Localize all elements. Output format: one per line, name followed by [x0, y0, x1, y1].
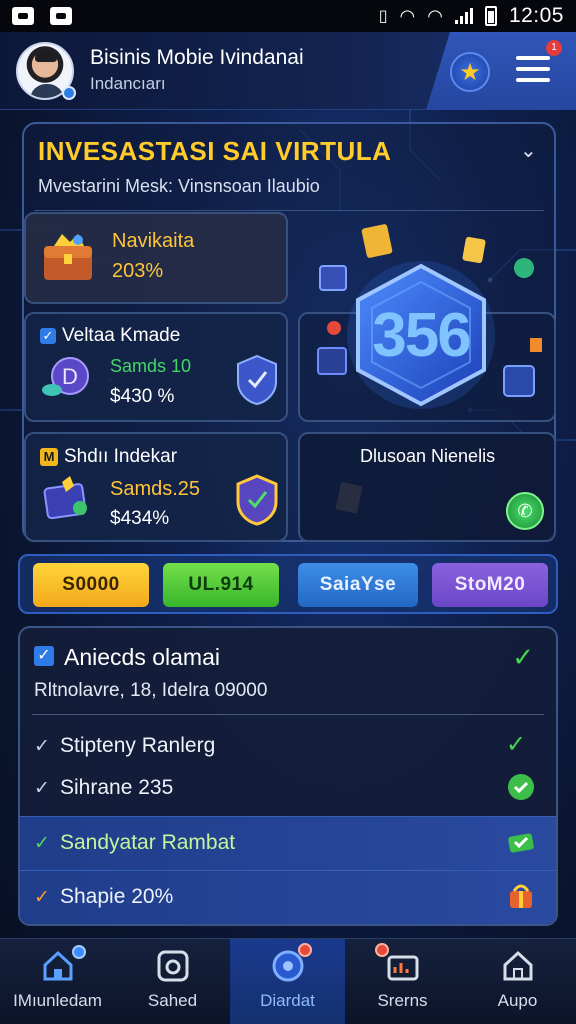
nav-item-aupo[interactable]: Aupo: [460, 939, 575, 1024]
chart-icon: [387, 955, 419, 981]
nav-label: Srerns: [377, 991, 428, 1010]
app-header: Bisinis Mobie Ivindanai Indancıarı ★ 1: [0, 32, 576, 110]
camera-icon: [157, 950, 189, 982]
gift-box-icon: [510, 884, 532, 908]
nav-label: IMıunledam: [13, 991, 102, 1010]
chevron-down-icon[interactable]: ⌄: [520, 138, 542, 162]
status-bar: ▯ ◠ ◠ 12:05: [0, 0, 576, 32]
list-item-label: Sihrane 235: [60, 776, 174, 799]
money-icon: [508, 833, 534, 853]
checkbox-icon: ✓: [40, 328, 56, 344]
coin-stack-icon: D: [42, 357, 89, 396]
star-badge-button[interactable]: ★: [450, 52, 490, 92]
list-item-label: Stipteny Ranlerg: [60, 734, 216, 757]
nav-badge: [298, 943, 312, 957]
tile-shdi-indekar[interactable]: M Shdıı Indekar Samds.25 $434%: [24, 432, 288, 542]
tile-veltaa-kmade[interactable]: ✓ Veltaa Kmade D Samds 10 $430 %: [24, 312, 288, 422]
notification-icon: [12, 7, 34, 25]
nav-item-sahed[interactable]: Sahed: [115, 939, 230, 1024]
checkbox-icon[interactable]: ✓: [34, 646, 54, 666]
nav-badge: [375, 943, 389, 957]
floating-items-icon: [317, 224, 542, 397]
home-icon: [43, 950, 73, 981]
nav-badge: [72, 945, 86, 959]
list-item[interactable]: ✓ Sihrane 235: [20, 762, 556, 816]
shield-check-icon: [236, 474, 278, 526]
svg-text:D: D: [62, 364, 78, 389]
tile-navikaita[interactable]: Navikaita 203%: [24, 212, 288, 304]
vibrate-icon: ▯: [378, 8, 388, 25]
checklist-card: ✓ Aniecds olamai ✓ Rltnolavre, 18, Idelr…: [18, 626, 558, 926]
tile-line-1: Samds.25: [110, 478, 201, 500]
phone-call-icon[interactable]: ✆: [506, 492, 544, 530]
wifi-icon-2: ◠: [427, 5, 443, 26]
nav-label: Diardat: [260, 991, 315, 1010]
treasure-chest-icon: [44, 234, 92, 280]
document-icon: [335, 482, 363, 514]
app-title: Bisinis Mobie Ivindanai: [90, 46, 304, 69]
menu-button[interactable]: [516, 56, 550, 86]
tile-line-2: $434%: [110, 508, 170, 529]
action-button-3[interactable]: SaiaYse: [298, 563, 418, 607]
nav-item-srerns[interactable]: Srerns: [345, 939, 460, 1024]
action-button-2[interactable]: UL.914: [163, 563, 279, 607]
tile-line-1: Samds 10: [110, 356, 192, 376]
shield-icon: [237, 354, 277, 406]
divider: [32, 714, 544, 715]
check-icon: ✓: [34, 833, 50, 854]
signal-icon: [454, 8, 473, 24]
menu-bar: [516, 78, 550, 82]
nav-item-diardat[interactable]: Diardat: [230, 939, 345, 1024]
house-icon: [503, 950, 533, 981]
check-icon: ✓: [34, 778, 50, 799]
list-title: Aniecds olamai: [64, 644, 220, 670]
image-icon: [50, 7, 72, 25]
check-icon: ✓: [512, 642, 534, 672]
investment-card: INVESASTASI SAI VIRTULA ⌄ Mvestarini Mes…: [22, 122, 556, 542]
check-icon: ✓: [34, 736, 50, 757]
m-badge-icon: M: [40, 448, 58, 466]
nav-label: Sahed: [147, 991, 198, 1010]
menu-bar: [516, 67, 550, 71]
list-item-label: Shapie 20%: [60, 885, 174, 908]
check-icon: ✓: [506, 731, 527, 758]
divider: [34, 210, 544, 211]
wifi-icon: ◠: [399, 5, 416, 26]
avatar-status-badge: [62, 86, 76, 100]
tile-value: 203%: [112, 260, 164, 282]
bottom-navigation: IMıunledam Sahed Diardat Srerns Aupo: [0, 938, 576, 1024]
card-title: INVESASTASI SAI VIRTULA: [38, 136, 392, 166]
list-item-label: Sandyatar Rambat: [60, 831, 236, 854]
star-icon: ★: [459, 58, 481, 86]
action-button-4[interactable]: StoM20: [432, 563, 548, 607]
tile-name: Navikaita: [112, 230, 195, 252]
list-subtitle: Rltnolavre, 18, Idelra 09000: [34, 680, 268, 701]
nav-label: Aupo: [497, 991, 538, 1010]
card-description: Mvestarini Mesk: Vinsnsoan Ilaubio: [38, 176, 320, 196]
action-button-bar: S0000 UL.914 SaiaYse StoM20: [18, 554, 558, 614]
check-icon: ✓: [34, 887, 50, 908]
nav-item-home[interactable]: IMıunledam: [0, 939, 115, 1024]
action-button-1[interactable]: S0000: [33, 563, 149, 607]
menu-notification-badge: 1: [546, 40, 562, 56]
green-badge-icon: [508, 774, 534, 800]
tile-name: Dlusoan Nienelis: [360, 446, 496, 466]
tile-name: Shdıı Indekar: [64, 446, 178, 467]
menu-bar: [516, 56, 550, 60]
tile-line-2: $430 %: [110, 386, 175, 407]
list-item-highlighted[interactable]: ✓ Shapie 20%: [20, 870, 556, 924]
app-subtitle: Indancıarı: [90, 74, 166, 93]
status-time: 12:05: [508, 4, 564, 27]
list-item-highlighted[interactable]: ✓ Sandyatar Rambat: [20, 816, 556, 870]
gem-box-icon: [43, 476, 87, 520]
tile-name: Veltaa Kmade: [62, 325, 181, 346]
battery-icon: [484, 6, 497, 26]
